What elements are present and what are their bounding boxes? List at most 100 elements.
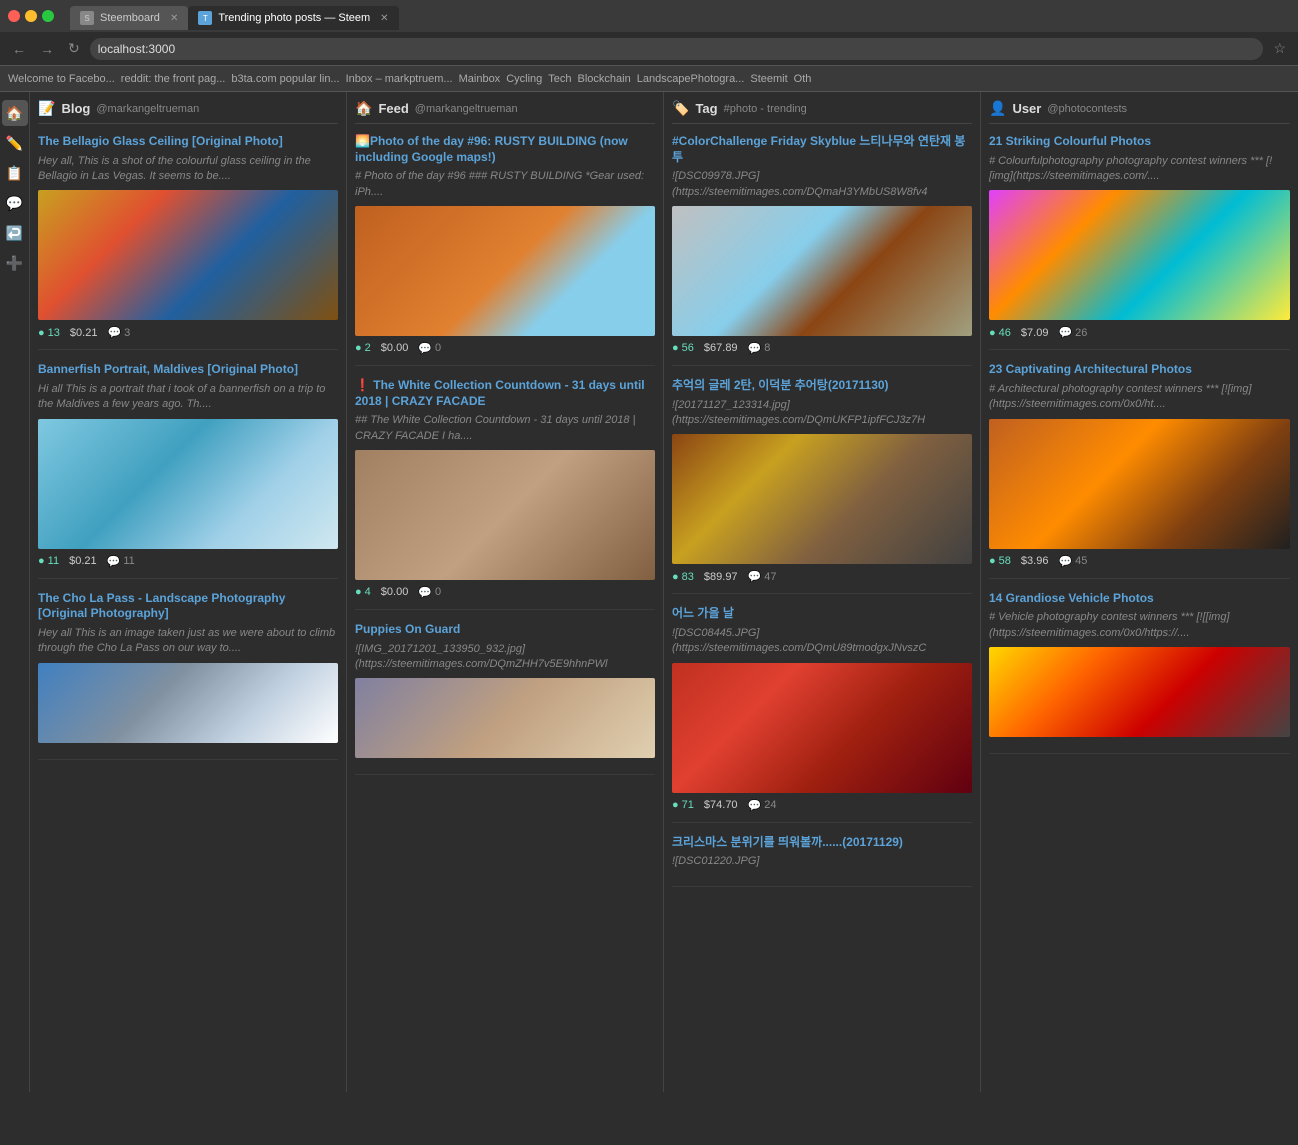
sidebar-chat[interactable]: 💬 [2,190,28,216]
feed-post-3-title[interactable]: Puppies On Guard [355,622,655,638]
tab-close-trending[interactable]: ✕ [380,13,388,24]
feed-column: 🏠 Feed @markangeltrueman 🌅Photo of the d… [347,92,664,1092]
sidebar-add[interactable]: ➕ [2,250,28,276]
blog-post-3-title[interactable]: The Cho La Pass - Landscape Photography … [38,591,338,622]
bookmark-oth[interactable]: Oth [794,73,812,85]
tag-post-2-image [672,434,972,564]
blog-post-2-stats: ● 11 $0.21 💬 11 [38,555,338,568]
user-post-1-votes: ● 46 [989,327,1011,339]
feed-post-2-votes: ● 4 [355,586,371,598]
blog-post-2-image [38,419,338,549]
comments-icon-t3: 💬 [748,799,762,812]
tag-post-3: 어느 가을 날 ![DSC08445.JPG](https://steemiti… [672,606,972,822]
feed-post-2-title[interactable]: ❗ The White Collection Countdown - 31 da… [355,378,655,409]
tab-favicon-steemboard: S [80,11,94,25]
tab-label-trending: Trending photo posts — Steem [218,12,370,24]
tag-post-1-value: $67.89 [704,342,738,354]
tab-close-steemboard[interactable]: ✕ [170,13,178,24]
bookmark-reddit[interactable]: reddit: the front pag... [121,73,226,85]
tag-post-2-votes: ● 83 [672,571,694,583]
comments-icon-u1: 💬 [1058,326,1072,339]
tag-post-1-stats: ● 56 $67.89 💬 8 [672,342,972,355]
user-post-3-excerpt: # Vehicle photography contest winners **… [989,610,1290,641]
star-button[interactable]: ☆ [1269,38,1290,59]
bookmark-cycling[interactable]: Cycling [506,73,542,85]
blog-post-1-comments: 💬 3 [107,326,130,339]
sidebar-edit[interactable]: ✏️ [2,130,28,156]
sidebar-back[interactable]: ↩️ [2,220,28,246]
tag-post-1: #ColorChallenge Friday Skyblue 느티나무와 연탄재… [672,134,972,366]
bookmark-b3ta[interactable]: b3ta.com popular lin... [231,73,339,85]
tab-steemboard[interactable]: S Steemboard ✕ [70,6,188,30]
bookmark-landscape[interactable]: LandscapePhotogra... [637,73,745,85]
feed-post-2-stats: ● 4 $0.00 💬 0 [355,586,655,599]
user-post-1-title[interactable]: 21 Striking Colourful Photos [989,134,1290,150]
reload-button[interactable]: ↻ [64,38,84,59]
user-post-2: 23 Captivating Architectural Photos # Ar… [989,362,1290,578]
tab-label-steemboard: Steemboard [100,12,160,24]
feed-post-1-stats: ● 2 $0.00 💬 0 [355,342,655,355]
user-post-3-title[interactable]: 14 Grandiose Vehicle Photos [989,591,1290,607]
address-bar: ← → ↻ localhost:3000 ☆ [0,32,1298,66]
forward-button[interactable]: → [36,39,58,59]
blog-post-2-title[interactable]: Bannerfish Portrait, Maldives [Original … [38,362,338,378]
sidebar-list[interactable]: 📋 [2,160,28,186]
user-post-3-image [989,647,1290,737]
user-post-2-title[interactable]: 23 Captivating Architectural Photos [989,362,1290,378]
votes-icon-f2: ● [355,586,362,598]
tag-post-1-title[interactable]: #ColorChallenge Friday Skyblue 느티나무와 연탄재… [672,134,972,165]
address-input[interactable]: localhost:3000 [90,38,1264,60]
user-username: @photocontests [1047,103,1127,115]
feed-title: Feed [378,101,408,116]
user-post-2-comments: 💬 45 [1058,555,1087,568]
user-post-1-value: $7.09 [1021,327,1049,339]
maximize-button[interactable] [42,10,54,22]
blog-post-1-votes: ● 13 [38,327,60,339]
back-button[interactable]: ← [8,39,30,59]
feed-post-1-votes: ● 2 [355,342,371,354]
blog-post-1: The Bellagio Glass Ceiling [Original Pho… [38,134,338,350]
tag-column: 🏷️ Tag #photo - trending #ColorChallenge… [664,92,981,1092]
blog-post-3: The Cho La Pass - Landscape Photography … [38,591,338,760]
bookmark-tech[interactable]: Tech [548,73,571,85]
tag-post-3-value: $74.70 [704,799,738,811]
tag-post-4-title[interactable]: 크리스마스 분위기를 띄워볼까......(20171129) [672,835,972,851]
tab-trending[interactable]: T Trending photo posts — Steem ✕ [188,6,398,30]
blog-post-1-stats: ● 13 $0.21 💬 3 [38,326,338,339]
tag-post-2-title[interactable]: 추억의 글레 2탄, 이덕분 추어탕(20171130) [672,378,972,394]
comments-icon-u2: 💬 [1058,555,1072,568]
feed-post-2-excerpt: ## The White Collection Countdown - 31 d… [355,413,655,444]
close-button[interactable] [8,10,20,22]
minimize-button[interactable] [25,10,37,22]
feed-username: @markangeltrueman [415,103,518,115]
tab-favicon-trending: T [198,11,212,25]
sidebar-home[interactable]: 🏠 [2,100,28,126]
blog-post-2: Bannerfish Portrait, Maldives [Original … [38,362,338,578]
feed-post-1-title[interactable]: 🌅Photo of the day #96: RUSTY BUILDING (n… [355,134,655,165]
bookmark-facebook[interactable]: Welcome to Facebo... [8,73,115,85]
feed-post-2: ❗ The White Collection Countdown - 31 da… [355,378,655,610]
bookmark-steemit[interactable]: Steemit [750,73,787,85]
feed-post-2-image [355,450,655,580]
tag-post-1-excerpt: ![DSC09978.JPG](https://steemitimages.co… [672,169,972,200]
window-controls [8,10,54,22]
user-icon: 👤 [989,100,1006,117]
user-post-2-votes: ● 58 [989,555,1011,567]
bookmark-mainbox[interactable]: Mainbox [459,73,501,85]
votes-icon-u2: ● [989,555,996,567]
blog-post-1-title[interactable]: The Bellagio Glass Ceiling [Original Pho… [38,134,338,150]
user-post-3: 14 Grandiose Vehicle Photos # Vehicle ph… [989,591,1290,754]
tag-post-3-title[interactable]: 어느 가을 날 [672,606,972,622]
bookmarks-bar: Welcome to Facebo... reddit: the front p… [0,66,1298,92]
user-post-2-value: $3.96 [1021,555,1049,567]
user-column: 👤 User @photocontests 21 Striking Colour… [981,92,1298,1092]
blog-post-2-excerpt: Hi all This is a portrait that i took of… [38,382,338,413]
comments-icon: 💬 [107,326,121,339]
blog-post-3-image [38,663,338,743]
user-post-1: 21 Striking Colourful Photos # Colourful… [989,134,1290,350]
blog-column-header: 📝 Blog @markangeltrueman [38,100,338,124]
bookmark-inbox[interactable]: Inbox – markptruem... [346,73,453,85]
sidebar: 🏠 ✏️ 📋 💬 ↩️ ➕ [0,92,30,1092]
bookmark-blockchain[interactable]: Blockchain [578,73,631,85]
blog-icon: 📝 [38,100,55,117]
